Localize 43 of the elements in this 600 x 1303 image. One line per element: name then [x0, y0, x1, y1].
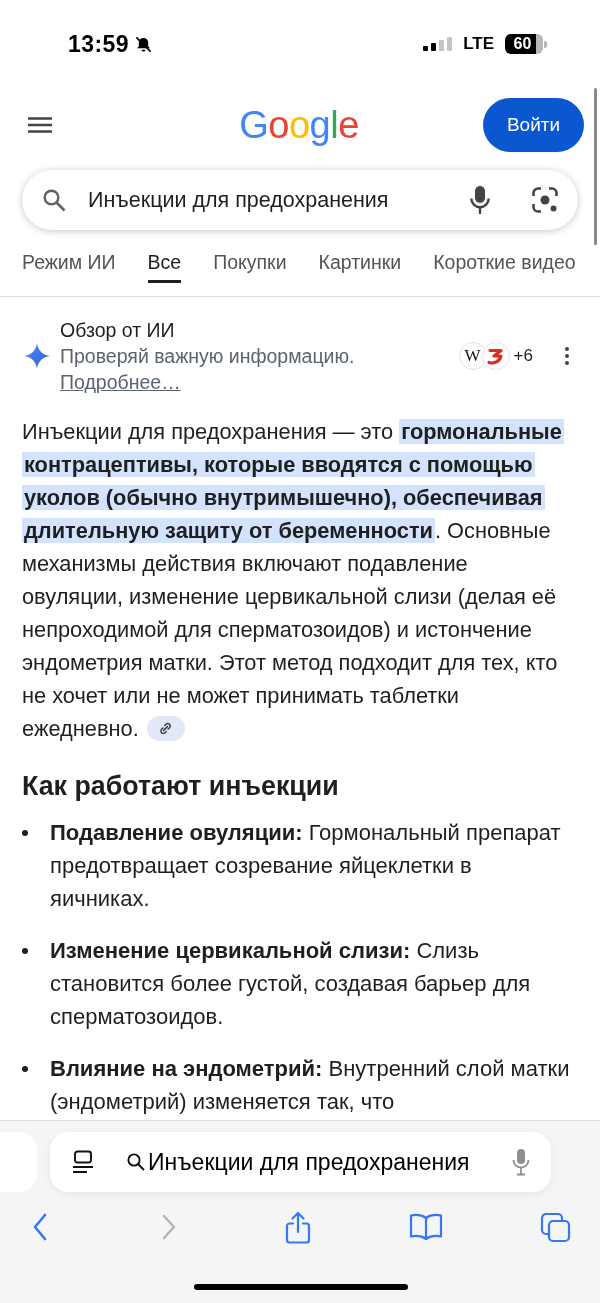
site-logo-icon [481, 342, 510, 370]
link-icon [159, 722, 173, 735]
back-chevron-icon[interactable] [32, 1213, 48, 1241]
battery-terminal-icon [544, 40, 547, 48]
summary-text: Инъекции для предохранения — это гормональные контрацептивы, которые вводятся с помощью уколов (обычно внутримышечно), обеспечивая длительную защиту от беременности. Основные механизмы действия включают подавление овуляции, изменение цервикальной слизи (делая её непроходимой для сперматозоидов) и истончение эндометрия матки. Этот метод подходит для тех, кто не хочет или не может принимать таблетки ежедневно. [22, 418, 565, 743]
forward-chevron-icon[interactable] [161, 1213, 176, 1241]
list-item-text: Влияние на эндометрий: Внутренний слой матки (эндометрий) изменяется так, что [50, 1055, 571, 1116]
source-link-button[interactable] [146, 716, 185, 741]
bullet-icon [22, 830, 28, 836]
search-tab[interactable]: Покупки [213, 242, 287, 283]
book-icon[interactable] [409, 1213, 444, 1241]
bullet-icon [22, 1066, 28, 1072]
sign-in-button[interactable]: Войти [483, 98, 584, 152]
tabs-icon[interactable] [539, 1211, 571, 1243]
search-tab[interactable]: Режим ИИ [22, 242, 116, 283]
status-time: 13:59 [68, 30, 129, 58]
overview-title: Обзор от ИИ [60, 318, 176, 343]
list-item-text: Изменение цервикальной слизи: Слизь становится более густой, создавая барьер для сперматозоидов. [50, 937, 532, 1031]
sparkle-icon [24, 343, 50, 369]
network-type: LTE [463, 34, 494, 54]
search-icon [42, 188, 66, 212]
search-tab[interactable]: Все [147, 242, 182, 283]
list-item-text: Подавление овуляции: Гормональный препарат предотвращает созревание яйцеклетки в яичниках. [50, 819, 562, 913]
search-field[interactable]: Инъекции для предохранения [22, 170, 578, 230]
menu-icon[interactable] [28, 117, 52, 133]
search-tab[interactable]: Короткие видео [433, 242, 576, 283]
search-icon [127, 1153, 145, 1171]
bullet-icon [22, 948, 28, 954]
camera-search-icon[interactable] [532, 187, 558, 213]
battery-indicator: 60 [505, 34, 543, 54]
microphone-icon[interactable] [470, 186, 490, 214]
section-heading: Как работают инъекции [22, 770, 340, 803]
more-sources-count[interactable]: +6 [513, 346, 533, 366]
learn-more-link[interactable]: Подробнее… [60, 371, 181, 393]
cellular-signal-icon [423, 37, 453, 51]
verify-notice: Проверяй важную информацию. [60, 344, 356, 369]
search-tab[interactable]: Картинки [318, 242, 402, 283]
page-menu-icon[interactable] [72, 1150, 94, 1174]
bell-slash-icon [134, 35, 152, 53]
google-logo[interactable]: Google [239, 103, 359, 147]
share-icon[interactable] [283, 1210, 312, 1244]
address-field[interactable]: Инъекции для предохранения [50, 1132, 551, 1192]
more-options-icon[interactable] [565, 347, 569, 365]
